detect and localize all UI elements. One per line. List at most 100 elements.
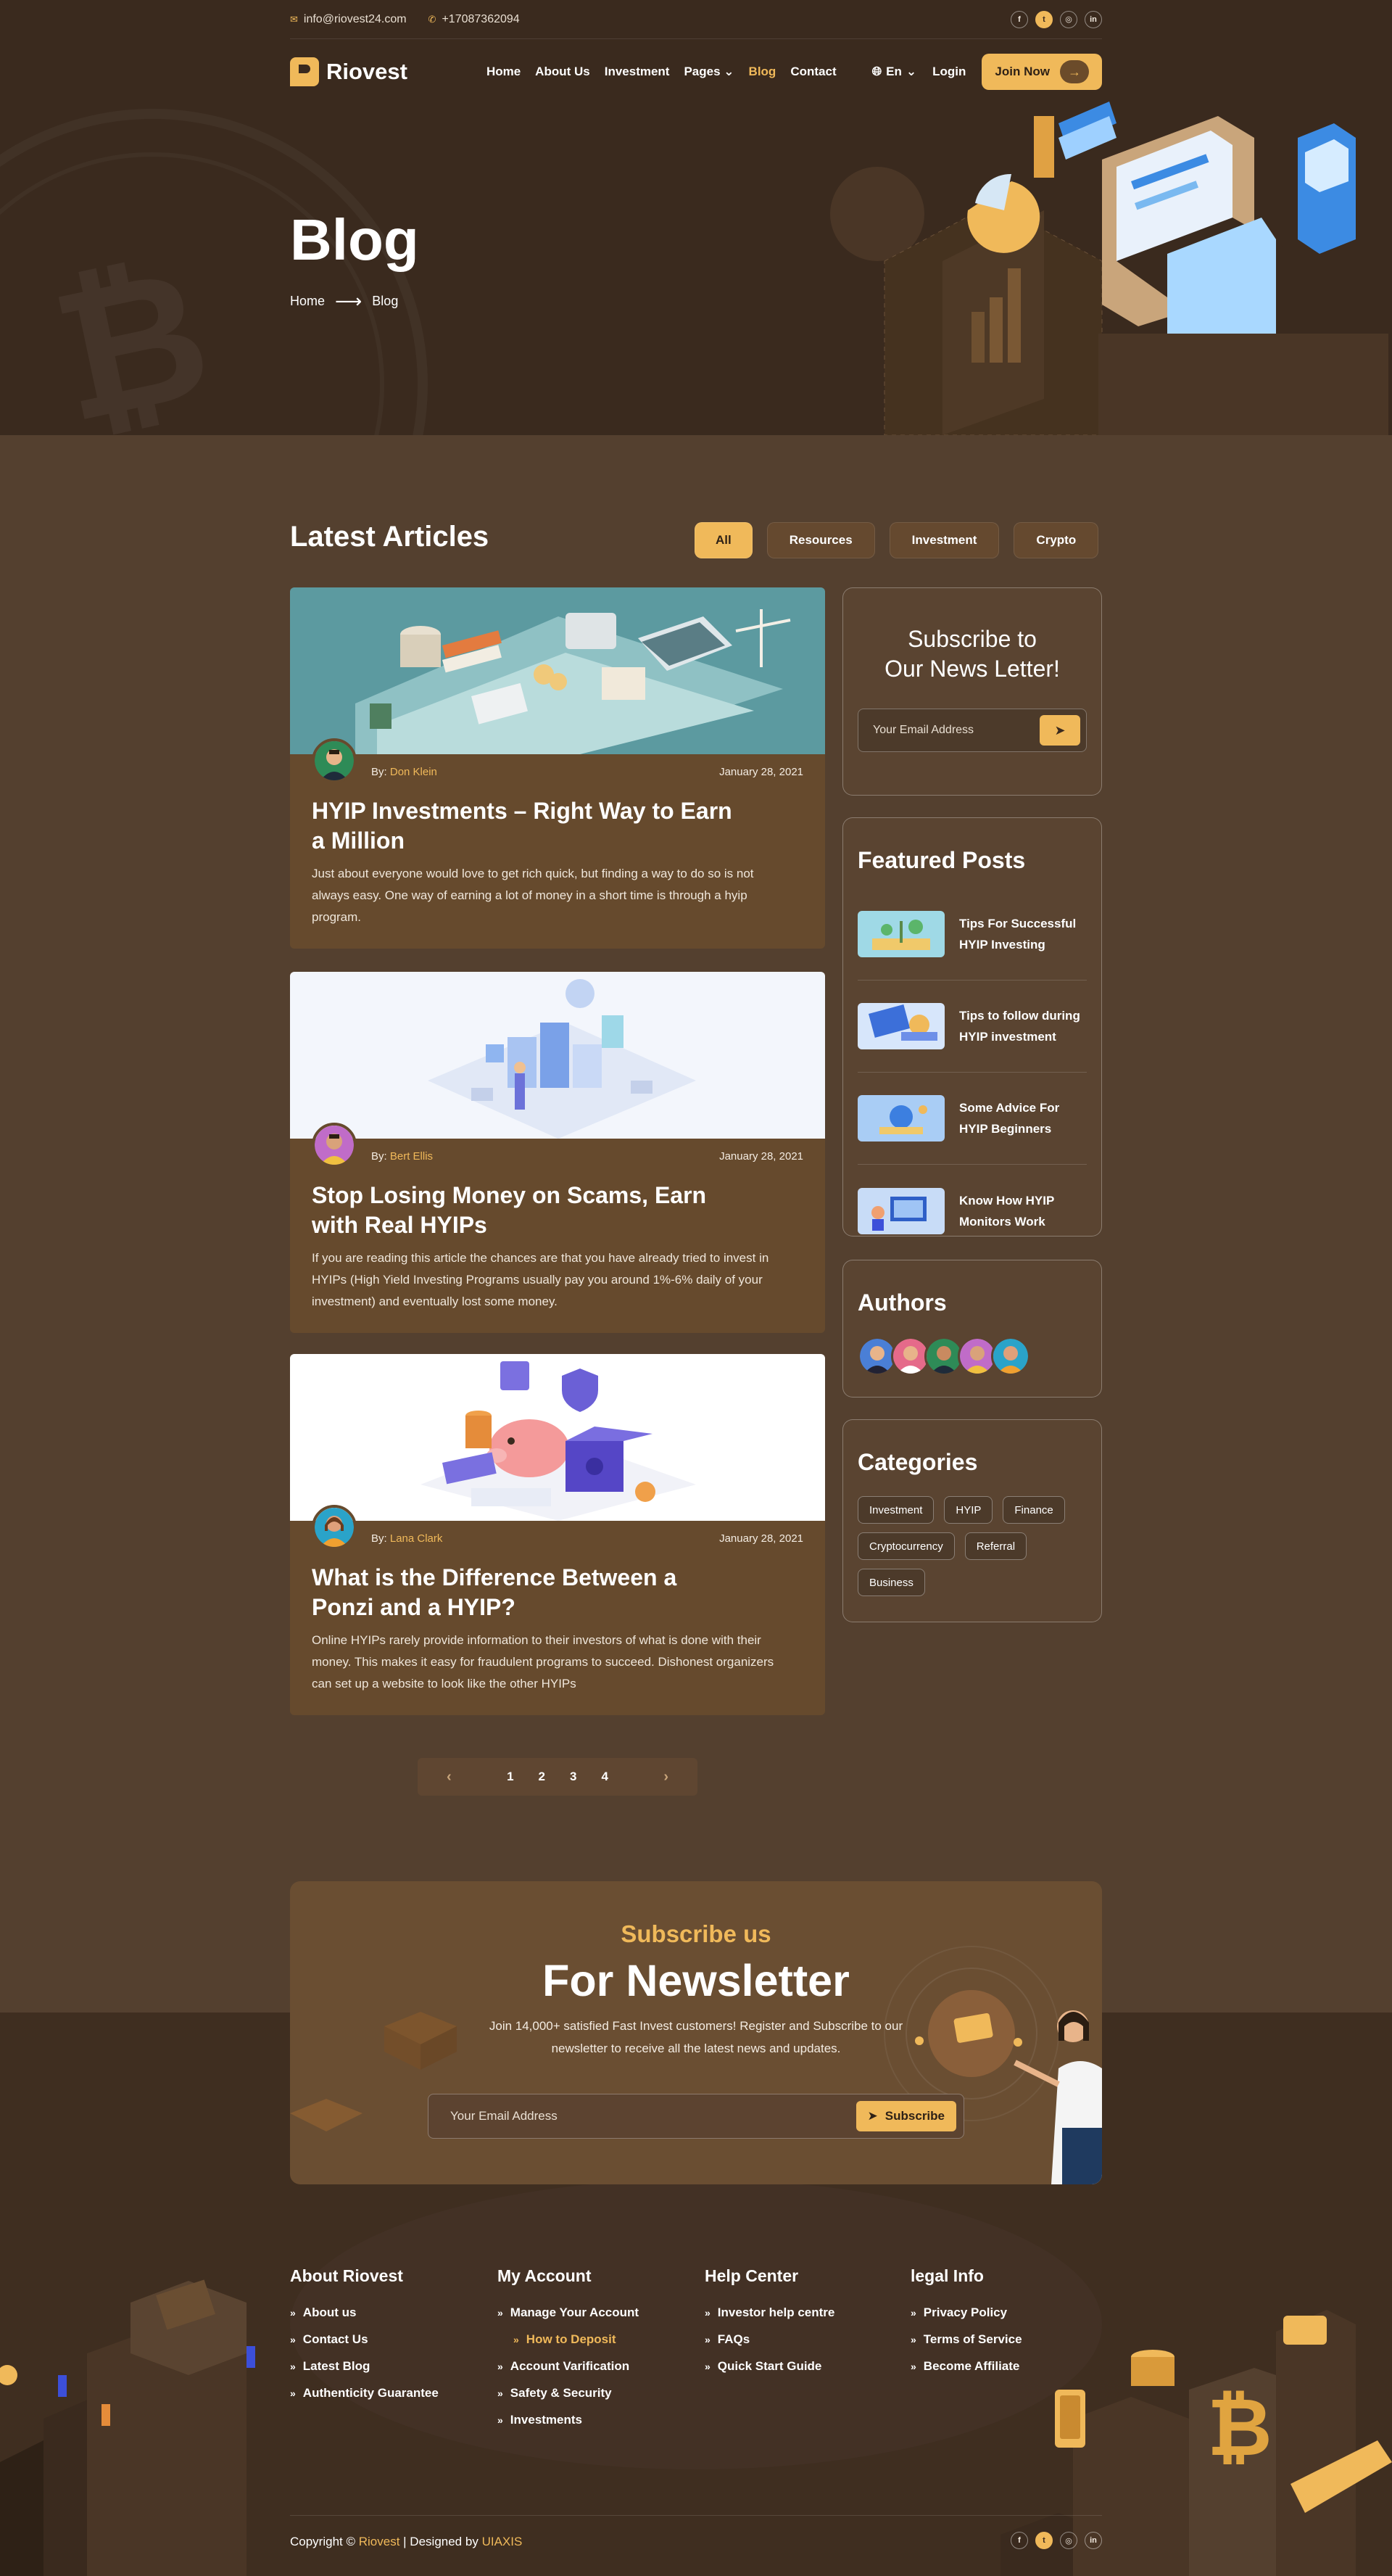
footer-link[interactable]: » How to Deposit — [497, 2326, 639, 2353]
filter-investment[interactable]: Investment — [889, 522, 1000, 558]
phone-contact[interactable]: ✆ +17087362094 — [428, 13, 520, 26]
double-chevron-icon: » — [911, 2306, 916, 2319]
breadcrumb-home[interactable]: Home — [290, 294, 325, 309]
featured-post-item[interactable]: Tips For Successful HYIP Investing — [858, 888, 1087, 981]
page-2[interactable]: 2 — [539, 1770, 545, 1784]
footer-link[interactable]: » Terms of Service — [911, 2326, 1022, 2353]
article-filter-tabs: All Resources Investment Crypto — [695, 522, 1099, 558]
footer-link[interactable]: » Account Varification — [497, 2353, 639, 2379]
article-image — [290, 1354, 825, 1521]
category-tag[interactable]: Referral — [964, 1532, 1027, 1560]
join-now-button[interactable]: Join Now → — [982, 54, 1102, 90]
breadcrumb: Home ⟶ Blog — [290, 290, 398, 313]
nav-blog[interactable]: Blog — [749, 65, 776, 79]
featured-post-item[interactable]: Some Advice For HYIP Beginners — [858, 1073, 1087, 1165]
author-avatars — [858, 1337, 1101, 1376]
filter-all[interactable]: All — [695, 522, 753, 558]
article-card[interactable]: By: Lana Clark January 28, 2021 What is … — [290, 1354, 825, 1715]
article-title[interactable]: Stop Losing Money on Scams, Earn with Re… — [290, 1173, 754, 1240]
filter-resources[interactable]: Resources — [766, 522, 875, 558]
nav-pages[interactable]: Pages ⌄ — [684, 65, 734, 79]
copyright-text: Copyright © Riovest | Designed by UIAXIS — [290, 2535, 523, 2548]
pagination: ‹ 1 2 3 4 › — [418, 1758, 697, 1796]
chevron-down-icon: ⌄ — [906, 65, 917, 78]
footer-link[interactable]: » FAQs — [705, 2326, 834, 2353]
authors-heading: Authors — [858, 1289, 947, 1316]
instagram-icon[interactable]: ◎ — [1060, 10, 1077, 28]
article-title[interactable]: HYIP Investments – Right Way to Earn a M… — [290, 789, 754, 856]
category-tag[interactable]: Finance — [1003, 1496, 1065, 1524]
facebook-icon[interactable]: f — [1011, 10, 1028, 28]
login-link[interactable]: Login — [932, 65, 966, 79]
newsletter-email-input[interactable]: Your Email Address ➤ Subscribe — [428, 2094, 964, 2139]
twitter-icon[interactable]: t — [1035, 10, 1053, 28]
phone-icon: ✆ — [428, 13, 436, 25]
category-tag[interactable]: HYIP — [944, 1496, 993, 1524]
footer-link[interactable]: » Become Affiliate — [911, 2353, 1022, 2379]
footer-link[interactable]: » Quick Start Guide — [705, 2353, 834, 2379]
arrow-right-icon: ⟶ — [335, 290, 362, 312]
featured-post-item[interactable]: Tips to follow during HYIP investment — [858, 981, 1087, 1073]
nav-investment[interactable]: Investment — [605, 65, 670, 79]
language-selector[interactable]: 🌐︎ En ⌄ — [872, 65, 917, 79]
send-button[interactable]: ➤ — [1040, 715, 1080, 746]
article-card[interactable]: By: Don Klein January 28, 2021 HYIP Inve… — [290, 587, 825, 949]
article-image — [290, 587, 825, 754]
article-card[interactable]: By: Bert Ellis January 28, 2021 Stop Los… — [290, 972, 825, 1333]
linkedin-icon[interactable]: in — [1085, 2532, 1102, 2549]
prev-page-button[interactable]: ‹ — [447, 1769, 452, 1786]
footer-link[interactable]: » Authenticity Guarantee — [290, 2379, 439, 2406]
footer-column-title: legal Info — [911, 2266, 984, 2285]
footer-column-title: Help Center — [705, 2266, 799, 2285]
page-3[interactable]: 3 — [570, 1770, 576, 1784]
nav-home[interactable]: Home — [486, 65, 521, 79]
author-avatar — [312, 1123, 357, 1168]
page-1[interactable]: 1 — [507, 1770, 513, 1784]
article-meta: By: Bert Ellis January 28, 2021 — [290, 1123, 825, 1173]
brand-link[interactable]: Riovest — [359, 2535, 400, 2548]
footer-link[interactable]: » Manage Your Account — [497, 2299, 639, 2326]
instagram-icon[interactable]: ◎ — [1060, 2532, 1077, 2549]
featured-post-item[interactable]: Know How HYIP Monitors Work — [858, 1165, 1087, 1257]
footer-link[interactable]: » Safety & Security — [497, 2379, 639, 2406]
facebook-icon[interactable]: f — [1011, 2532, 1028, 2549]
author-name[interactable]: Bert Ellis — [390, 1150, 433, 1163]
page-4[interactable]: 4 — [601, 1770, 608, 1784]
author-name[interactable]: Don Klein — [390, 766, 437, 778]
footer-link[interactable]: » Latest Blog — [290, 2353, 439, 2379]
featured-posts-widget: Featured Posts Tips For Successful HYIP … — [842, 817, 1102, 1237]
author-avatar[interactable] — [991, 1337, 1030, 1376]
nav-about-us[interactable]: About Us — [535, 65, 590, 79]
article-excerpt: Online HYIPs rarely provide information … — [312, 1633, 774, 1690]
nav-contact[interactable]: Contact — [790, 65, 836, 79]
mail-icon: ✉ — [290, 13, 298, 25]
author-name[interactable]: Lana Clark — [390, 1532, 443, 1545]
twitter-icon[interactable]: t — [1035, 2532, 1053, 2549]
featured-post-thumbnail — [858, 1187, 945, 1234]
linkedin-icon[interactable]: in — [1085, 10, 1102, 28]
category-tag[interactable]: Business — [858, 1569, 925, 1596]
subscribe-button[interactable]: ➤ Subscribe — [856, 2101, 956, 2131]
article-title[interactable]: What is the Difference Between a Ponzi a… — [290, 1556, 754, 1622]
email-contact[interactable]: ✉ info@riovest24.com — [290, 13, 407, 26]
footer-column-help: Help Center » Investor help centre » FAQs … — [705, 2266, 834, 2379]
footer-link[interactable]: » Contact Us — [290, 2326, 439, 2353]
next-page-button[interactable]: › — [663, 1769, 668, 1786]
category-tag[interactable]: Cryptocurrency — [858, 1532, 955, 1560]
footer-link[interactable]: » Investor help centre — [705, 2299, 834, 2326]
footer-link[interactable]: » About us — [290, 2299, 439, 2326]
category-tag[interactable]: Investment — [858, 1496, 935, 1524]
subscribe-email-input[interactable]: Your Email Address ➤ — [858, 709, 1087, 752]
footer-link[interactable]: » Investments — [497, 2406, 639, 2433]
filter-crypto[interactable]: Crypto — [1014, 522, 1099, 558]
article-image — [290, 972, 825, 1139]
categories-heading: Categories — [858, 1449, 978, 1475]
newsletter-decoration — [290, 1946, 1102, 2184]
authors-widget: Authors — [842, 1260, 1102, 1398]
social-links: f t ◎ in — [1011, 10, 1102, 28]
designer-link[interactable]: UIAXIS — [482, 2535, 523, 2548]
footer-link[interactable]: » Privacy Policy — [911, 2299, 1022, 2326]
brand-logo[interactable]: Riovest — [290, 57, 407, 86]
subscribe-heading: Subscribe to Our News Letter! — [884, 626, 1060, 682]
double-chevron-icon: » — [705, 2333, 710, 2345]
